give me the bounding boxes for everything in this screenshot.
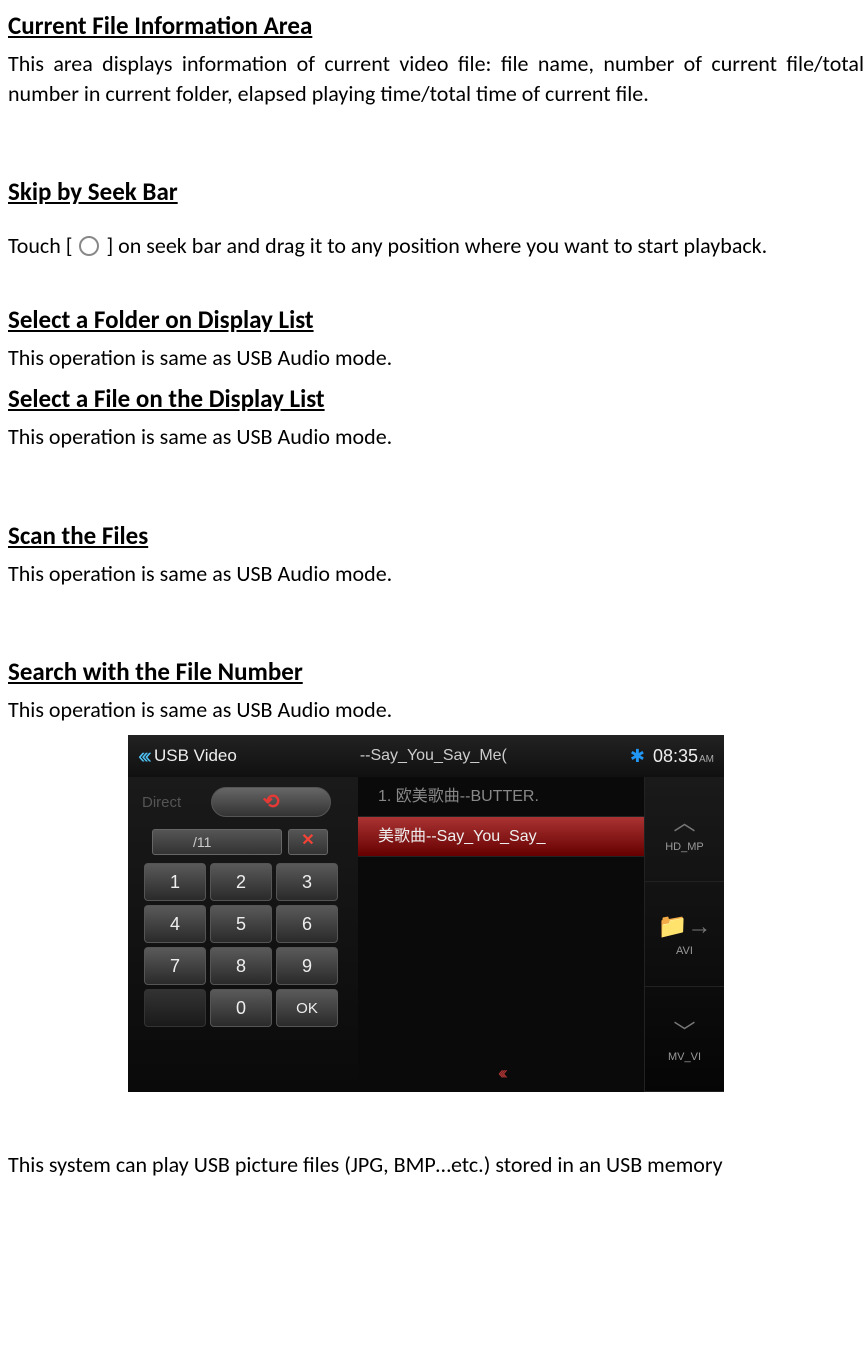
device-screenshot: ‹‹‹ USB Video --Say_You_Say_Me( ✱ 08:35A… <box>128 735 724 1092</box>
key-blank <box>144 989 206 1027</box>
right-item-avi[interactable]: 📁→ AVI <box>645 882 724 987</box>
input-row: /11 ✕ <box>152 829 350 855</box>
device-title: USB Video <box>154 746 237 766</box>
heading-text: Current File Information Area <box>8 10 312 41</box>
footer-text: This system can play USB picture files (… <box>8 1150 864 1180</box>
seek-handle-icon <box>79 236 99 256</box>
right-label: MV_VI <box>668 1051 701 1063</box>
key-5[interactable]: 5 <box>210 905 272 943</box>
chevron-up-icon: ︿ <box>673 805 695 837</box>
body-scan-files: This operation is same as USB Audio mode… <box>8 559 864 589</box>
heading-select-file: Select a File on the Display List <box>8 383 864 414</box>
heading-search-number: Search with the File Number <box>8 656 864 687</box>
seek-pre: Touch [ <box>8 232 77 259</box>
heading-select-folder: Select a Folder on Display List <box>8 304 864 335</box>
key-6[interactable]: 6 <box>276 905 338 943</box>
body-select-file: This operation is same as USB Audio mode… <box>8 422 864 452</box>
direct-label: Direct <box>142 794 181 811</box>
list-item-selected[interactable]: 美歌曲--Say_You_Say_ <box>358 817 644 857</box>
number-input[interactable]: /11 <box>152 829 282 855</box>
left-pane: Direct ⟲ /11 ✕ 1 2 3 4 5 6 7 8 9 <box>128 777 358 1092</box>
key-7[interactable]: 7 <box>144 947 206 985</box>
seek-post: ] on seek bar and drag it to any positio… <box>101 232 767 259</box>
body-select-folder: This operation is same as USB Audio mode… <box>8 343 864 373</box>
clock-text: 08:35AM <box>653 746 714 767</box>
right-label: HD_MP <box>665 841 704 853</box>
heading-text: Scan the Files <box>8 520 148 551</box>
key-2[interactable]: 2 <box>210 863 272 901</box>
right-pane: ︿ HD_MP 📁→ AVI ﹀ MV_VI <box>644 777 724 1092</box>
back-button[interactable]: ⟲ <box>211 787 331 817</box>
keypad: 1 2 3 4 5 6 7 8 9 0 OK <box>144 863 350 1027</box>
key-0[interactable]: 0 <box>210 989 272 1027</box>
right-item-hdmp[interactable]: ︿ HD_MP <box>645 777 724 882</box>
list-item[interactable]: 1. 欧美歌曲--BUTTER. <box>358 777 644 817</box>
key-9[interactable]: 9 <box>276 947 338 985</box>
heading-skip-seek: Skip by Seek Bar <box>8 176 864 207</box>
direct-row: Direct ⟲ <box>136 783 350 823</box>
now-playing-text: --Say_You_Say_Me( <box>237 747 630 765</box>
back-chevrons-icon[interactable]: ‹‹‹ <box>138 743 148 769</box>
heading-scan-files: Scan the Files <box>8 520 864 551</box>
right-item-mvvi[interactable]: ﹀ MV_VI <box>645 987 724 1092</box>
bluetooth-icon: ✱ <box>630 746 645 767</box>
clock-suffix: AM <box>699 754 714 765</box>
heading-current-file-info: Current File Information Area <box>8 10 864 41</box>
key-8[interactable]: 8 <box>210 947 272 985</box>
mid-pane: 1. 欧美歌曲--BUTTER. 美歌曲--Say_You_Say_ ‹‹‹ <box>358 777 644 1092</box>
device-topbar: ‹‹‹ USB Video --Say_You_Say_Me( ✱ 08:35A… <box>128 735 724 777</box>
right-label: AVI <box>676 945 693 957</box>
key-ok[interactable]: OK <box>276 989 338 1027</box>
clear-button[interactable]: ✕ <box>288 829 328 855</box>
body-search-number: This operation is same as USB Audio mode… <box>8 695 864 725</box>
chevron-down-icon: ﹀ <box>673 1015 695 1047</box>
key-4[interactable]: 4 <box>144 905 206 943</box>
folder-arrow-icon: 📁→ <box>658 912 712 941</box>
key-3[interactable]: 3 <box>276 863 338 901</box>
body-skip-seek: Touch [ ] on seek bar and drag it to any… <box>8 225 864 268</box>
bottom-chevrons-icon[interactable]: ‹‹‹ <box>498 1063 504 1084</box>
key-1[interactable]: 1 <box>144 863 206 901</box>
body-current-file-info: This area displays information of curren… <box>8 49 864 108</box>
clock-value: 08:35 <box>653 746 698 766</box>
